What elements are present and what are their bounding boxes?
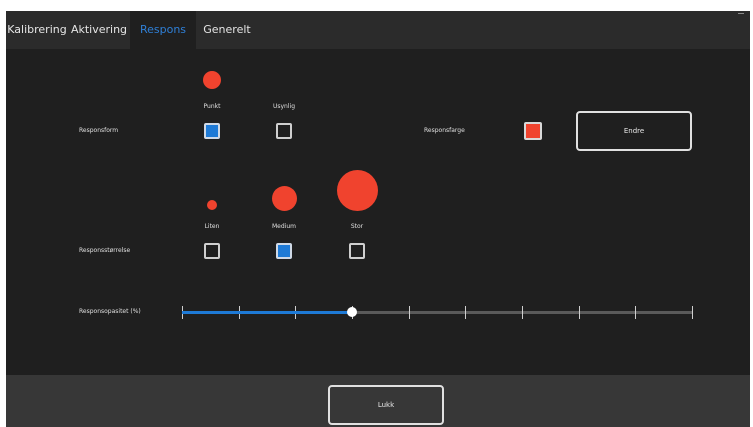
shape-option-invisible-label: Usynlig <box>272 103 295 110</box>
size-large-preview-icon <box>337 170 378 211</box>
opacity-slider-tick <box>692 306 693 319</box>
tab-kalibrering[interactable]: Kalibrering <box>6 11 68 49</box>
close-button[interactable]: Lukk <box>328 385 444 425</box>
opacity-slider-thumb[interactable] <box>347 307 357 317</box>
size-small-preview-icon <box>207 200 217 210</box>
response-shape-label: Responsform <box>79 127 119 134</box>
size-option-large-checkbox[interactable] <box>349 243 365 259</box>
response-color-label: Responsfarge <box>424 127 465 134</box>
tab-bar: Kalibrering Aktivering Respons Generelt <box>6 11 750 49</box>
size-option-medium-checkbox[interactable] <box>276 243 292 259</box>
shape-option-point-label: Punkt <box>203 103 221 110</box>
opacity-slider-tick <box>635 306 636 319</box>
response-size-label: Responsstørrelse <box>79 247 131 254</box>
tab-respons[interactable]: Respons <box>130 11 196 49</box>
size-option-small-label: Liten <box>204 223 220 230</box>
response-color-swatch <box>524 122 542 140</box>
change-color-button[interactable]: Endre <box>576 111 692 151</box>
shape-option-invisible-checkbox[interactable] <box>276 123 292 139</box>
shape-option-point-checkbox[interactable] <box>204 123 220 139</box>
opacity-slider-tick <box>579 306 580 319</box>
settings-window: Kalibrering Aktivering Respons Generelt … <box>6 11 750 427</box>
opacity-slider-fill <box>182 311 352 314</box>
size-option-medium-label: Medium <box>272 223 296 230</box>
opacity-slider-tick <box>409 306 410 319</box>
size-option-small-checkbox[interactable] <box>204 243 220 259</box>
tab-generelt[interactable]: Generelt <box>196 11 258 49</box>
window-corner-mark <box>738 13 744 14</box>
opacity-slider-tick <box>522 306 523 319</box>
point-shape-preview-icon <box>203 71 221 89</box>
response-opacity-label: Responsopasitet (%) <box>79 308 141 315</box>
tab-aktivering[interactable]: Aktivering <box>68 11 130 49</box>
opacity-slider-tick <box>465 306 466 319</box>
dialog-footer: Lukk <box>6 375 750 427</box>
size-option-large-label: Stor <box>350 223 364 230</box>
opacity-slider[interactable] <box>182 306 693 319</box>
size-medium-preview-icon <box>272 186 297 211</box>
